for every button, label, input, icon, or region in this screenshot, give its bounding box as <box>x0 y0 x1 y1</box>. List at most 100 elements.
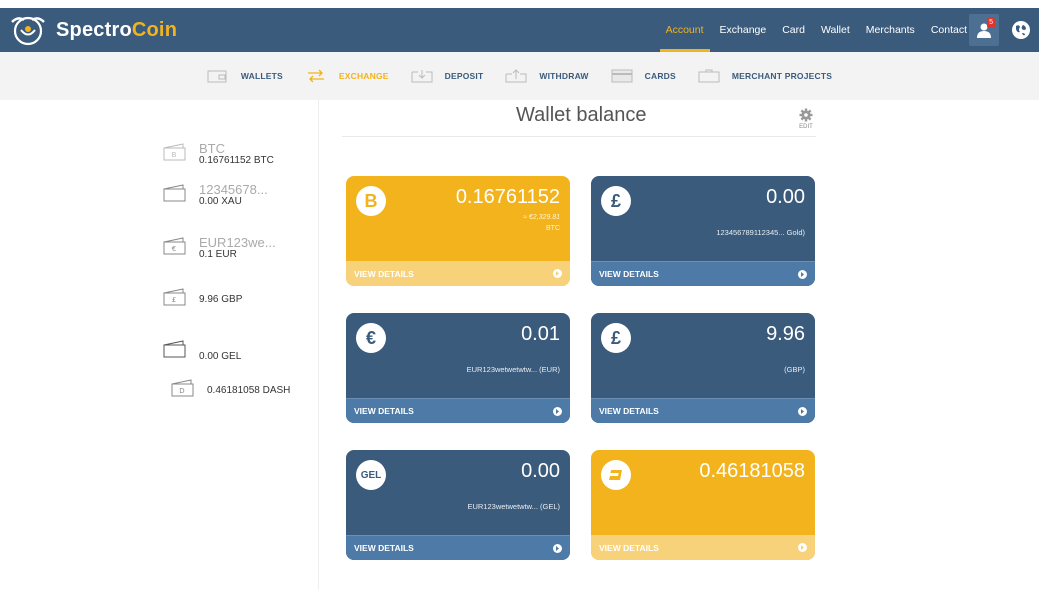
euro-icon: € <box>356 323 386 353</box>
subnav-deposit[interactable]: DEPOSIT <box>411 69 484 83</box>
card-amount: 0.00 <box>521 460 560 482</box>
arrow-right-icon <box>798 269 807 279</box>
wallet-name: 12345678... <box>199 182 268 197</box>
edit-button[interactable]: EDIT <box>795 108 817 130</box>
spectrocoin-logo[interactable]: SpectroCoin <box>8 8 177 52</box>
pound-icon: £ <box>601 186 631 216</box>
bitcoin-icon: B <box>356 186 386 216</box>
bitcoin-wallet-icon: B <box>163 143 186 161</box>
subnav-merchant-projects[interactable]: MERCHANT PROJECTS <box>698 69 832 83</box>
wallet-balance: 0.46181058 DASH <box>207 385 291 396</box>
card-amount: 0.46181058 <box>699 460 805 482</box>
subnav-wallets-label: WALLETS <box>240 71 283 81</box>
pound-wallet-icon: £ <box>163 288 186 306</box>
view-details-label: VIEW DETAILS <box>354 268 414 279</box>
dash-wallet-icon: D <box>171 379 194 397</box>
notification-badge: 5 <box>987 18 995 28</box>
arrow-right-icon <box>798 543 807 552</box>
svg-text:£: £ <box>172 296 176 304</box>
card-wallet-name: EUR123wetwetwtw... (GEL) <box>467 502 560 511</box>
view-details-label: VIEW DETAILS <box>354 406 414 416</box>
sidebar-wallet-xau[interactable]: 12345678... 0.00 XAU <box>163 182 268 208</box>
top-nav: Account Exchange Card Wallet Merchants C… <box>650 8 967 52</box>
view-details-button[interactable]: VIEW DETAILS <box>346 535 570 560</box>
deposit-icon <box>411 70 433 83</box>
subnav-merchant-projects-label: MERCHANT PROJECTS <box>731 71 833 81</box>
wallet-balance: 0.16761152 BTC <box>199 155 274 166</box>
sub-navigation: WALLETS EXCHANGE DEPOSIT WITHDRAW CARDS … <box>0 52 1039 100</box>
arrow-right-icon <box>553 406 562 416</box>
arrow-right-icon <box>798 406 807 416</box>
wallet-card-gel[interactable]: GEL 0.00 EUR123wetwetwtw... (GEL) VIEW D… <box>346 450 570 560</box>
svg-text:B: B <box>172 151 177 159</box>
nav-account[interactable]: Account <box>659 8 710 52</box>
wallet-card-btc[interactable]: B 0.16761152 ≈ €2,329.81 BTC VIEW DETAIL… <box>346 176 570 286</box>
subnav-exchange[interactable]: EXCHANGE <box>305 69 389 83</box>
pound-icon: £ <box>601 323 631 353</box>
subnav-exchange-label: EXCHANGE <box>338 71 389 81</box>
card-currency: BTC <box>546 225 560 232</box>
card-amount: 0.01 <box>521 323 560 345</box>
view-details-button[interactable]: VIEW DETAILS <box>346 398 570 423</box>
subnav-cards[interactable]: CARDS <box>611 69 676 83</box>
top-navigation-bar: SpectroCoin Account Exchange Card Wallet… <box>0 8 1039 52</box>
briefcase-icon <box>698 69 720 83</box>
subnav-cards-label: CARDS <box>644 71 676 81</box>
view-details-button[interactable]: VIEW DETAILS <box>591 261 815 286</box>
nav-exchange[interactable]: Exchange <box>720 8 767 52</box>
gel-icon: GEL <box>356 460 386 490</box>
arrow-right-icon <box>553 543 562 553</box>
wallet-balance: 0.00 XAU <box>199 196 242 207</box>
nav-wallet[interactable]: Wallet <box>821 8 850 52</box>
wallet-icon <box>163 184 186 202</box>
subnav-wallets[interactable]: WALLETS <box>207 69 283 83</box>
wallet-name: EUR123we... <box>199 235 276 250</box>
bull-logo-icon <box>11 16 45 46</box>
wallet-icon <box>163 340 186 358</box>
globe-icon[interactable] <box>1011 20 1031 40</box>
svg-text:€: € <box>172 245 176 253</box>
wallet-card-eur[interactable]: € 0.01 EUR123wetwetwtw... (EUR) VIEW DET… <box>346 313 570 423</box>
sidebar-wallet-dash[interactable]: D 0.46181058 DASH <box>171 379 290 397</box>
user-menu-button[interactable]: 5 <box>969 14 999 46</box>
wallet-balance: 0.1 EUR <box>199 249 237 260</box>
withdraw-icon <box>505 69 527 83</box>
wallet-balance: 9.96 GBP <box>199 294 243 305</box>
wallet-icon <box>207 70 227 83</box>
subnav-withdraw[interactable]: WITHDRAW <box>505 69 588 83</box>
sidebar-wallet-eur[interactable]: € EUR123we... 0.1 EUR <box>163 235 276 261</box>
sidebar-wallet-gel[interactable]: 0.00 GEL <box>163 340 241 363</box>
card-amount: 0.00 <box>766 186 805 208</box>
view-details-label: VIEW DETAILS <box>354 543 414 553</box>
card-icon <box>611 69 633 83</box>
sidebar-wallet-btc[interactable]: B BTC 0.16761152 BTC <box>163 142 274 167</box>
nav-contact[interactable]: Contact <box>931 8 967 52</box>
nav-card[interactable]: Card <box>782 8 805 52</box>
view-details-label: VIEW DETAILS <box>599 542 659 553</box>
card-amount: 9.96 <box>766 323 805 345</box>
subnav-withdraw-label: WITHDRAW <box>539 71 589 81</box>
dash-icon <box>601 460 631 490</box>
wallet-card-dash[interactable]: 0.46181058 VIEW DETAILS <box>591 450 815 560</box>
card-fiat-estimate: ≈ €2,329.81 <box>523 214 560 221</box>
exchange-arrows-icon <box>307 69 324 83</box>
card-wallet-name: EUR123wetwetwtw... (EUR) <box>466 365 560 374</box>
view-details-label: VIEW DETAILS <box>599 406 659 416</box>
wallet-card-gbp[interactable]: £ 9.96 (GBP) VIEW DETAILS <box>591 313 815 423</box>
wallet-card-gold[interactable]: £ 0.00 123456789112345... Gold) VIEW DET… <box>591 176 815 286</box>
wallet-balance: 0.00 GEL <box>199 351 242 362</box>
view-details-button[interactable]: VIEW DETAILS <box>591 535 815 560</box>
nav-merchants[interactable]: Merchants <box>866 8 915 52</box>
edit-label: EDIT <box>799 124 813 130</box>
view-details-button[interactable]: VIEW DETAILS <box>591 398 815 423</box>
sidebar-wallet-gbp[interactable]: £ 9.96 GBP <box>163 288 242 306</box>
sidebar-divider <box>318 100 319 590</box>
subnav-deposit-label: DEPOSIT <box>444 71 484 81</box>
title-divider <box>342 136 816 137</box>
arrow-right-icon <box>553 269 562 278</box>
card-amount: 0.16761152 <box>455 186 560 208</box>
card-wallet-name: 123456789112345... Gold) <box>716 228 805 237</box>
svg-text:D: D <box>179 387 184 395</box>
card-wallet-name: (GBP) <box>784 365 805 374</box>
view-details-button[interactable]: VIEW DETAILS <box>346 261 570 286</box>
